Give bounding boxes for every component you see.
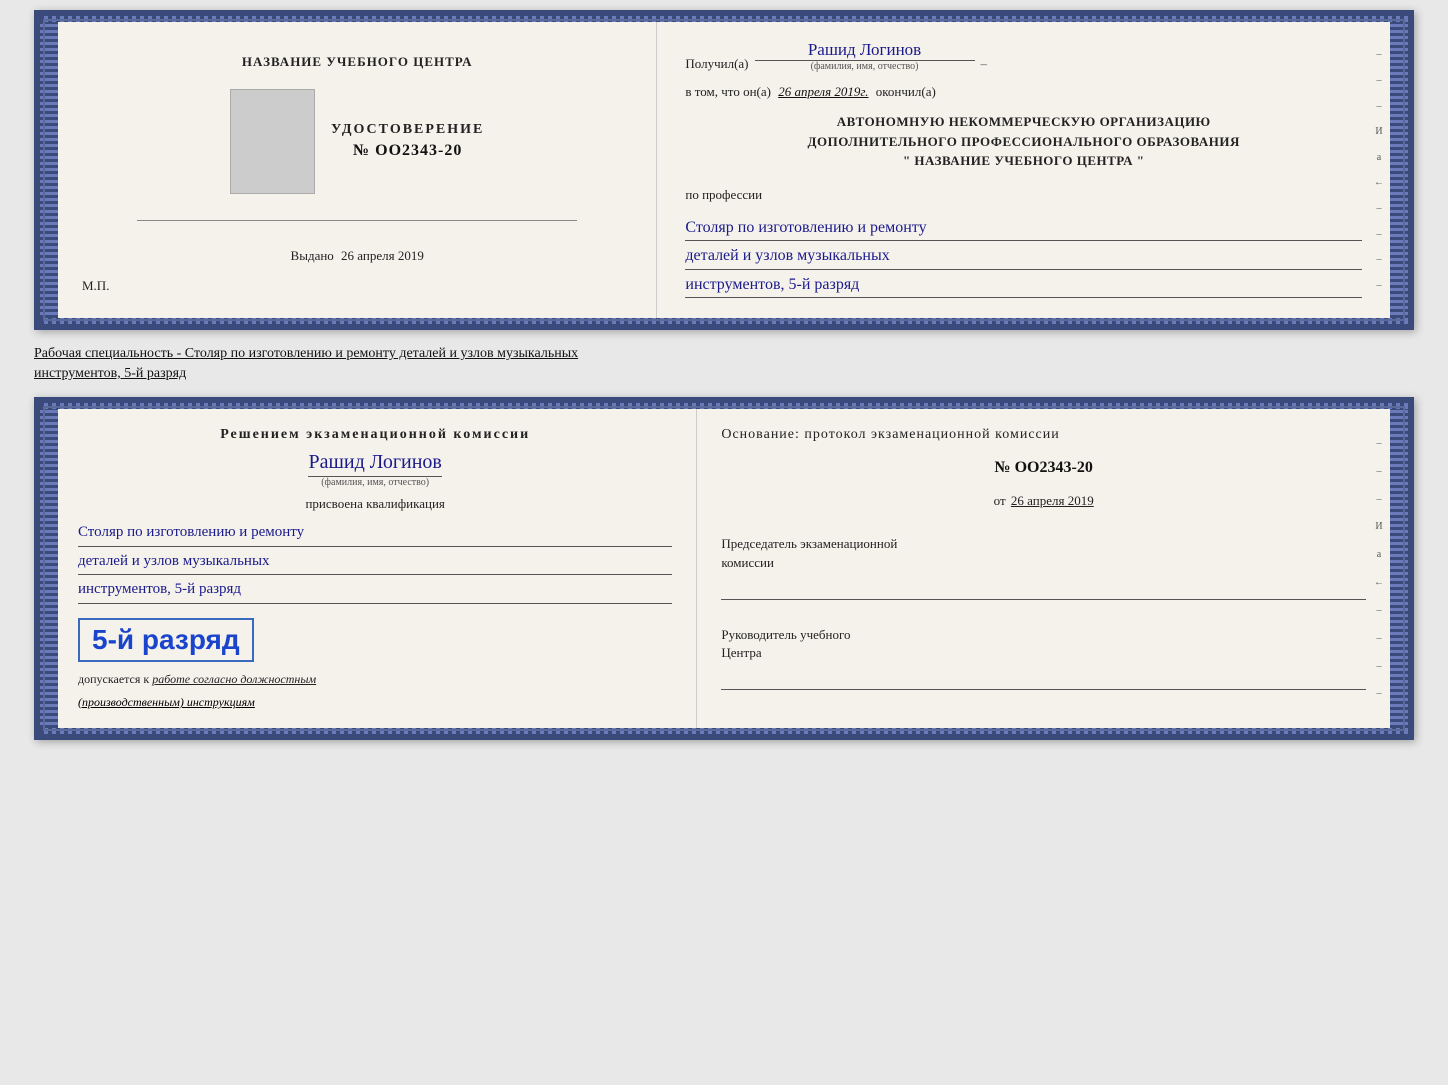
- divider-line: [137, 220, 577, 221]
- cert-bottom-left: Решением экзаменационной комиссии Рашид …: [58, 409, 697, 728]
- mp-label: М.П.: [82, 278, 109, 294]
- razryad-highlight: 5-й разряд: [78, 618, 254, 662]
- recipient-line: Получил(а) Рашид Логинов (фамилия, имя, …: [685, 40, 1362, 72]
- bottom-deco-bottom: [40, 728, 1408, 734]
- left-side-decoration-bottom: [40, 403, 58, 734]
- osnovanie-title: Основание: протокол экзаменационной коми…: [721, 427, 1366, 443]
- photo-placeholder: [230, 89, 315, 194]
- ot-line: от 26 апреля 2019: [721, 493, 1366, 509]
- qual-line2: деталей и узлов музыкальных: [78, 549, 672, 576]
- cert-bottom-right: Основание: протокол экзаменационной коми…: [697, 409, 1390, 728]
- dopusk-label: допускается к: [78, 672, 149, 686]
- udostoverenie-num: № OO2343-20: [331, 142, 484, 160]
- org-line1: АВТОНОМНУЮ НЕКОММЕРЧЕСКУЮ ОРГАНИЗАЦИЮ: [685, 112, 1362, 132]
- right-side-decoration-top: [1390, 16, 1408, 324]
- rukovoditel-signature-line: [721, 668, 1366, 690]
- dash-top: –: [981, 56, 988, 72]
- vydano-date: 26 апреля 2019: [341, 248, 424, 263]
- photo-and-cert: УДОСТОВЕРЕНИЕ № OO2343-20: [230, 89, 484, 194]
- vydano-line: Выдано 26 апреля 2019: [291, 248, 424, 264]
- rukovoditel-block: Руководитель учебного Центра: [721, 626, 1366, 690]
- predsedatel-label: Председатель экзаменационной: [721, 535, 1366, 553]
- cert-right-top: Получил(а) Рашид Логинов (фамилия, имя, …: [657, 22, 1390, 318]
- rukovoditel-label2: Центра: [721, 644, 1366, 662]
- poluchil-label: Получил(а): [685, 56, 748, 72]
- bottom-certificate-card: Решением экзаменационной комиссии Рашид …: [34, 397, 1414, 740]
- protocol-num: № OO2343-20: [721, 459, 1366, 477]
- specialty-label: Рабочая специальность - Столяр по изгото…: [34, 346, 578, 361]
- razryad-highlight-block: 5-й разряд: [78, 614, 672, 662]
- right-side-decoration-bottom: [1390, 403, 1408, 734]
- fio-subtitle-bottom: (фамилия, имя, отчество): [321, 477, 429, 488]
- fio-subtitle-top: (фамилия, имя, отчество): [811, 61, 919, 72]
- specialty-label2: инструментов, 5-й разряд: [34, 366, 186, 381]
- predsedatel-block: Председатель экзаменационной комиссии: [721, 535, 1366, 599]
- prisvoyena-label: присвоена квалификация: [78, 496, 672, 512]
- school-name-top: НАЗВАНИЕ УЧЕБНОГО ЦЕНТРА: [242, 54, 473, 70]
- dopusk-line: допускается к работе согласно должностны…: [78, 672, 672, 687]
- right-side-deco-top: – – – И а ← – – – –: [1368, 22, 1390, 318]
- profession-value: Столяр по изготовлению и ремонту деталей…: [685, 215, 1362, 301]
- bottom-deco: [40, 318, 1408, 324]
- recipient-name-block: Рашид Логинов (фамилия, имя, отчество): [755, 40, 975, 72]
- right-side-deco-bottom: – – – И а ← – – – –: [1368, 409, 1390, 728]
- v-tom-label: в том, что он(а): [685, 84, 771, 99]
- top-certificate-card: НАЗВАНИЕ УЧЕБНОГО ЦЕНТРА УДОСТОВЕРЕНИЕ №…: [34, 10, 1414, 330]
- udostoverenie-title: УДОСТОВЕРЕНИЕ: [331, 122, 484, 138]
- prof-line2: деталей и узлов музыкальных: [685, 243, 1362, 270]
- candidate-name-bottom: Рашид Логинов: [308, 451, 441, 477]
- left-side-decoration: [40, 16, 58, 324]
- cert-inner-top: НАЗВАНИЕ УЧЕБНОГО ЦЕНТРА УДОСТОВЕРЕНИЕ №…: [58, 22, 1390, 318]
- okonchil-label: окончил(а): [876, 84, 936, 99]
- vydano-label: Выдано: [291, 248, 334, 263]
- date-line: в том, что он(а) 26 апреля 2019г. окончи…: [685, 84, 1362, 100]
- page-wrapper: НАЗВАНИЕ УЧЕБНОГО ЦЕНТРА УДОСТОВЕРЕНИЕ №…: [34, 10, 1414, 740]
- ot-label: от: [994, 493, 1006, 508]
- recipient-name: Рашид Логинов: [755, 40, 975, 61]
- cert-left-top: НАЗВАНИЕ УЧЕБНОГО ЦЕНТРА УДОСТОВЕРЕНИЕ №…: [58, 22, 657, 318]
- candidate-block: Рашид Логинов (фамилия, имя, отчество): [78, 451, 672, 488]
- rukovoditel-label: Руководитель учебного: [721, 626, 1366, 644]
- prof-line1: Столяр по изготовлению и ремонту: [685, 215, 1362, 242]
- po-professii-label: по профессии: [685, 187, 1362, 203]
- specialty-text: Рабочая специальность - Столяр по изгото…: [34, 338, 1414, 389]
- cert-inner-bottom: Решением экзаменационной комиссии Рашид …: [58, 409, 1390, 728]
- predsedatel-label2: комиссии: [721, 554, 1366, 572]
- prof-line3: инструментов, 5-й разряд: [685, 272, 1362, 299]
- exam-commission-title: Решением экзаменационной комиссии: [78, 427, 672, 443]
- org-line2: ДОПОЛНИТЕЛЬНОГО ПРОФЕССИОНАЛЬНОГО ОБРАЗО…: [685, 132, 1362, 152]
- qual-line1: Столяр по изготовлению и ремонту: [78, 520, 672, 547]
- dopusk-value2: (производственным) инструкциям: [78, 695, 672, 710]
- qual-line3: инструментов, 5-й разряд: [78, 577, 672, 604]
- org-block: АВТОНОМНУЮ НЕКОММЕРЧЕСКУЮ ОРГАНИЗАЦИЮ ДО…: [685, 112, 1362, 171]
- udostoverenie-block: УДОСТОВЕРЕНИЕ № OO2343-20: [331, 122, 484, 160]
- ot-date: 26 апреля 2019: [1011, 493, 1094, 508]
- predsedatel-signature-line: [721, 578, 1366, 600]
- date-value: 26 апреля 2019г.: [778, 84, 868, 99]
- org-line3: " НАЗВАНИЕ УЧЕБНОГО ЦЕНТРА ": [685, 151, 1362, 171]
- dopusk-value: работе согласно должностным: [152, 672, 316, 686]
- qualification-value: Столяр по изготовлению и ремонту деталей…: [78, 520, 672, 606]
